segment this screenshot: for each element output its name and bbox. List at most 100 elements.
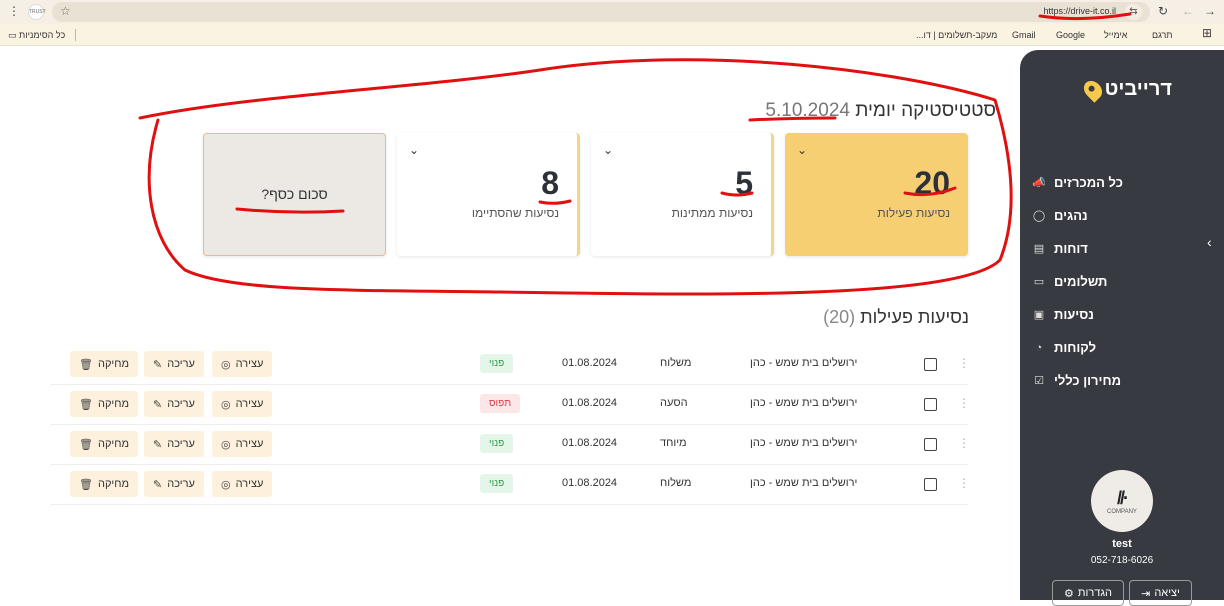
delete-button[interactable]: מחיקה 🗑 <box>70 431 139 457</box>
company-logo-mark: //· <box>1117 487 1129 508</box>
status-badge: פנוי <box>480 474 514 493</box>
report-icon: ▤ <box>1033 242 1045 255</box>
row-route: ירושלים בית שמש - כהן <box>750 397 858 409</box>
user-phone: 052-718-6026 <box>1090 555 1154 566</box>
sidebar-item-label: תשלומים <box>1054 274 1108 289</box>
delete-label: מחיקה <box>97 478 130 490</box>
sidebar-item-label: נסיעות <box>1054 307 1094 322</box>
delete-button[interactable]: מחיקה 🗑 <box>70 391 139 417</box>
status-badge: פנוי <box>480 354 514 373</box>
address-bar[interactable]: ☆ https://drive-it.co.il ⇆ <box>52 2 1150 22</box>
settings-icon: ⚙ <box>1064 587 1074 600</box>
delete-button[interactable]: מחיקה 🗑 <box>70 351 139 377</box>
bookmark-payments[interactable]: מעקב-תשלומים | דו... <box>916 30 997 40</box>
logout-button[interactable]: יציאה ⇥ <box>1129 580 1192 606</box>
card-value: 5 <box>735 165 753 201</box>
bookmarks-bar: כל הסימניות ▭ מעקב-תשלומים | דו... Gmail… <box>0 24 1224 46</box>
sidebar-item-label: מחירון כללי <box>1054 373 1122 388</box>
status-badge: פנוי <box>480 434 514 453</box>
row-checkbox[interactable] <box>924 358 937 371</box>
stats-title-text: סטטיסטיקה יומית <box>855 100 996 121</box>
sidebar-item-rides[interactable]: ▣ נסיעות <box>1032 298 1212 331</box>
card-label: נסיעות ממתינות <box>671 206 753 220</box>
sidebar-item-drivers[interactable]: ◯ נהגים <box>1032 199 1212 232</box>
bookmark-gmail[interactable]: Gmail <box>1012 30 1036 40</box>
row-checkbox[interactable] <box>924 438 937 451</box>
chevron-down-icon[interactable]: ⌄ <box>797 143 807 157</box>
row-route: ירושלים בית שמש - כהן <box>750 477 858 489</box>
forward-arrow-icon[interactable]: → <box>1204 4 1216 18</box>
card-label: נסיעות פעילות <box>877 206 950 220</box>
edit-button[interactable]: עריכה ✎ <box>144 471 204 497</box>
delete-button[interactable]: מחיקה 🗑 <box>70 471 139 497</box>
edit-button[interactable]: עריכה ✎ <box>144 391 204 417</box>
stop-button[interactable]: עצירה ◎ <box>212 351 273 377</box>
status-badge: תפוס <box>480 394 521 413</box>
avatar[interactable]: //· COMPANY <box>1091 470 1153 532</box>
url-text[interactable]: https://drive-it.co.il <box>1043 6 1116 16</box>
card-money-label: סכום כסף? <box>261 186 328 202</box>
delete-label: מחיקה <box>97 438 130 450</box>
stop-icon: ◎ <box>221 478 231 491</box>
table-row: ⋮ ירושלים בית שמש - כהן מיוחד 01.08.2024… <box>50 425 970 465</box>
edit-label: עריכה <box>167 478 195 490</box>
stop-label: עצירה <box>235 398 264 410</box>
sidebar-item-label: כל המכרזים <box>1054 175 1123 190</box>
edit-button[interactable]: עריכה ✎ <box>144 351 204 377</box>
bookmark-translate[interactable]: תרגם <box>1152 30 1173 40</box>
sidebar-item-label: דוחות <box>1054 241 1088 256</box>
card-active-rides[interactable]: ⌄ 20 נסיעות פעילות <box>785 133 968 256</box>
row-vehicle-type: משלוח <box>660 357 692 369</box>
chevron-down-icon[interactable]: ⌄ <box>409 143 419 157</box>
chevron-left-icon[interactable]: ‹ <box>1207 234 1212 250</box>
chevron-down-icon[interactable]: ⌄ <box>603 143 613 157</box>
stop-button[interactable]: עצירה ◎ <box>212 471 273 497</box>
card-pending-rides[interactable]: ⌄ 5 נסיעות ממתינות <box>591 133 774 256</box>
sidebar-item-customers[interactable]: ◔ לקוחות <box>1032 331 1212 364</box>
bookmark-google[interactable]: Google <box>1056 30 1085 40</box>
kebab-menu-icon[interactable]: ⋮ <box>8 4 20 18</box>
reload-icon[interactable]: ↻ <box>1158 4 1168 18</box>
drag-handle-icon[interactable]: ⋮ <box>958 356 970 370</box>
stop-button[interactable]: עצירה ◎ <box>212 431 273 457</box>
row-vehicle-type: הסעה <box>660 397 688 409</box>
delete-label: מחיקה <box>97 358 130 370</box>
sidebar-item-tenders[interactable]: 📣 כל המכרזים <box>1032 166 1212 199</box>
drag-handle-icon[interactable]: ⋮ <box>958 436 970 450</box>
stats-date: 5.10.2024 <box>765 100 850 121</box>
apps-grid-icon[interactable]: ⊞ <box>1202 26 1212 40</box>
logo-text: דרייביט <box>1104 78 1172 100</box>
settings-button[interactable]: הגדרות ⚙ <box>1052 580 1124 606</box>
edit-button[interactable]: עריכה ✎ <box>144 431 204 457</box>
stop-icon: ◎ <box>221 398 231 411</box>
stats-title: סטטיסטיקה יומית 5.10.2024 <box>765 100 996 122</box>
row-checkbox[interactable] <box>924 478 937 491</box>
active-rides-table: ⋮ ירושלים בית שמש - כהן משלוח 01.08.2024… <box>50 345 970 505</box>
card-finished-rides[interactable]: ⌄ 8 נסיעות שהסתיימו <box>397 133 580 256</box>
all-bookmarks[interactable]: כל הסימניות ▭ <box>8 30 65 41</box>
logo[interactable]: דרייביט <box>1079 76 1172 103</box>
stop-label: עצירה <box>235 358 264 370</box>
sidebar-item-price-list[interactable]: ☑ מחירון כללי <box>1032 364 1212 397</box>
browser-toolbar: ⋮ TRUST ☆ https://drive-it.co.il ⇆ ↻ ← → <box>0 0 1224 24</box>
star-icon[interactable]: ☆ <box>60 4 71 18</box>
sidebar-item-reports[interactable]: ▤ דוחות <box>1032 232 1212 265</box>
row-vehicle-type: משלוח <box>660 477 692 489</box>
extension-logo[interactable]: TRUST <box>28 4 46 20</box>
back-arrow-icon[interactable]: ← <box>1182 4 1194 18</box>
pencil-icon: ✎ <box>153 438 163 451</box>
active-rides-count: (20) <box>823 307 856 327</box>
sidebar-item-payments[interactable]: ▭ תשלומים <box>1032 265 1212 298</box>
row-checkbox[interactable] <box>924 398 937 411</box>
customers-icon: ◔ <box>1035 341 1043 354</box>
drag-handle-icon[interactable]: ⋮ <box>958 476 970 490</box>
stop-label: עצירה <box>235 478 264 490</box>
company-name: COMPANY <box>1107 508 1137 515</box>
stop-button[interactable]: עצירה ◎ <box>212 391 273 417</box>
card-money-total[interactable]: סכום כסף? <box>203 133 386 256</box>
bookmark-email[interactable]: אימייל <box>1104 30 1127 40</box>
tune-icon[interactable]: ⇆ <box>1125 4 1142 20</box>
drag-handle-icon[interactable]: ⋮ <box>958 396 970 410</box>
credit-card-icon: ▭ <box>1033 275 1045 288</box>
delete-label: מחיקה <box>97 398 130 410</box>
